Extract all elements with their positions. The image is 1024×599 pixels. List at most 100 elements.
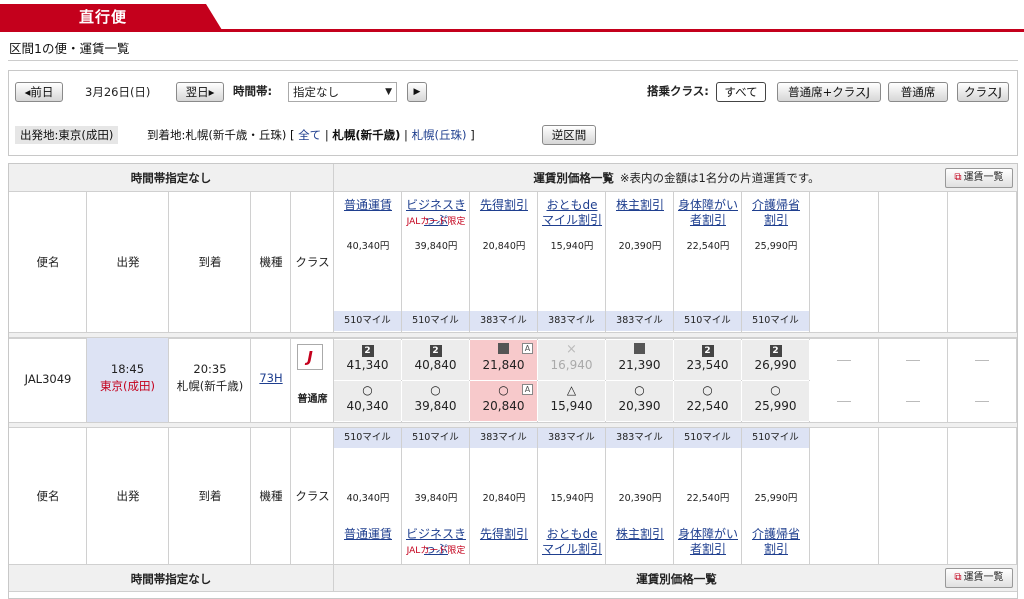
fare-cell[interactable]: 2 26,990 <box>742 340 810 380</box>
class-label: 搭乗クラス: <box>647 84 709 98</box>
time-label: 時間帯: <box>233 84 273 98</box>
fare-value: 40,840 <box>414 358 457 372</box>
fare-miles: 383マイル <box>470 428 537 448</box>
fare-price: 20,390円 <box>618 241 662 252</box>
fare-type-link[interactable]: 身体障がい 者割引 <box>674 524 742 560</box>
fare-type-link[interactable]: 先得割引 <box>470 524 538 560</box>
fare-name-line1[interactable]: 身体障がい <box>674 198 742 213</box>
class-economy-j-button[interactable]: 普通席+クラスJ <box>777 82 881 102</box>
fare-table: 時間帯指定なし 運賃別価格一覧 ※表内の金額は1名分の片道運賃です。 ⧉ 運賃一覧 便名出… <box>8 163 1018 599</box>
fare-name-line2[interactable]: 者割引 <box>674 542 742 557</box>
fare-list-button[interactable]: ⧉ 運賃一覧 <box>945 568 1013 588</box>
a-mark-icon: A <box>522 343 533 354</box>
date-label: 3月26日(日) <box>85 85 151 99</box>
fare-name-line1[interactable]: おともde <box>538 527 606 542</box>
fare-cell[interactable]: ○ 40,340 <box>334 381 402 421</box>
fare-cell[interactable]: △ 15,940 <box>538 381 606 421</box>
fare-type-link[interactable]: おともde マイル割引 <box>538 195 606 231</box>
fare-cell[interactable]: ○ 20,390 <box>606 381 674 421</box>
fare-cell[interactable]: ○ A 20,840 <box>470 381 538 421</box>
column-header-arr: 到着 <box>198 255 222 269</box>
fare-cell[interactable]: 2 40,840 <box>402 340 470 380</box>
dest-all-link[interactable]: 全て <box>298 128 321 142</box>
class-j-button[interactable]: クラスJ <box>957 82 1009 102</box>
fare-miles: 510マイル <box>402 428 469 448</box>
fare-price: 15,940円 <box>550 493 594 504</box>
fare-name-line1[interactable]: 先得割引 <box>470 527 538 542</box>
availability-symbol: ○ <box>498 383 509 397</box>
fare-name-line1[interactable]: 介護帰省 <box>742 527 810 542</box>
column-header-aircraft: 機種 <box>259 489 283 503</box>
fare-name-line1[interactable]: 介護帰省 <box>742 198 810 213</box>
arrival-place: 札幌(新千歳) <box>176 379 244 393</box>
empty-dash <box>975 401 989 402</box>
fare-type-link[interactable]: 介護帰省 割引 <box>742 195 810 231</box>
availability-icon: ○ <box>334 384 401 397</box>
destination-label: 到着地:札幌(新千歳・丘珠) <box>147 128 287 142</box>
search-panel: ◂前日 3月26日(日) 翌日▸ 時間帯: 指定なし ▼ ▶ 搭乗クラス: すべて… <box>8 70 1018 156</box>
column-divider <box>878 192 879 332</box>
aircraft-link[interactable]: 73H <box>251 371 291 385</box>
time-select-value: 指定なし <box>293 85 339 99</box>
class-economy-button[interactable]: 普通席 <box>888 82 948 102</box>
reverse-route-button[interactable]: 逆区間 <box>542 125 596 145</box>
availability-icon: △ <box>538 384 605 397</box>
fare-cell[interactable]: ○ 25,990 <box>742 381 810 421</box>
class-all-button[interactable]: すべて <box>716 82 766 102</box>
dest-separator: | <box>324 128 329 142</box>
availability-icon <box>606 343 673 357</box>
fare-type-link[interactable]: 株主割引 <box>606 195 674 231</box>
fare-list-label: 運賃一覧 <box>963 172 1004 183</box>
fare-cell[interactable]: ○ 22,540 <box>674 381 742 421</box>
availability-symbol: △ <box>566 383 577 397</box>
fare-value: 20,390 <box>618 399 661 413</box>
dest-shinchitose: 札幌(新千歳) <box>332 128 401 142</box>
fare-type-link[interactable]: 普通運賃 <box>334 195 402 231</box>
fare-price: 39,840円 <box>414 493 458 504</box>
fare-name-line1[interactable]: 身体障がい <box>674 527 742 542</box>
fare-name-line1[interactable]: 普通運賃 <box>334 198 402 213</box>
fare-header-note: ※表内の金額は1名分の片道運賃です。 <box>619 171 820 185</box>
departure-place: 東京(成田) <box>100 379 155 393</box>
fare-name-line2[interactable]: マイル割引 <box>538 542 606 557</box>
fare-name-line1[interactable]: 先得割引 <box>470 198 538 213</box>
fare-name-line1[interactable]: おともde <box>538 198 606 213</box>
fare-name-line1[interactable]: 普通運賃 <box>334 527 402 542</box>
fare-name-line1[interactable]: 株主割引 <box>606 198 674 213</box>
fare-cell[interactable]: 2 41,340 <box>334 340 402 380</box>
availability-symbol: ○ <box>430 383 441 397</box>
fare-name-line2[interactable]: 割引 <box>742 542 810 557</box>
fare-type-link[interactable]: 普通運賃 <box>334 524 402 560</box>
header-bar: 直行便 <box>0 0 1024 32</box>
fare-type-link[interactable]: 先得割引 <box>470 195 538 231</box>
fare-type-link[interactable]: おともde マイル割引 <box>538 524 606 560</box>
availability-icon: 2 <box>402 343 469 357</box>
fare-type-link[interactable]: 株主割引 <box>606 524 674 560</box>
fare-type-link[interactable]: 身体障がい 者割引 <box>674 195 742 231</box>
go-button[interactable]: ▶ <box>407 82 427 102</box>
fare-type-link[interactable]: ビジネスきっぷ JALカード限定 <box>402 524 470 560</box>
availability-icon: ○ <box>674 384 741 397</box>
seats-2-icon: 2 <box>701 345 714 357</box>
next-day-button[interactable]: 翌日▸ <box>176 82 224 102</box>
fare-cell[interactable]: A 21,840 <box>470 340 538 380</box>
fare-cell[interactable]: ○ 39,840 <box>402 381 470 421</box>
fare-name-line2[interactable]: 者割引 <box>674 213 742 228</box>
fare-name-line2[interactable]: 割引 <box>742 213 810 228</box>
fare-cell[interactable]: 2 23,540 <box>674 340 742 380</box>
prev-day-button[interactable]: ◂前日 <box>15 82 63 102</box>
fare-price: 20,390円 <box>618 493 662 504</box>
fare-type-link[interactable]: ビジネスきっぷ JALカード限定 <box>402 195 470 231</box>
column-header-arr: 到着 <box>198 489 222 503</box>
fare-name-line2[interactable]: マイル割引 <box>538 213 606 228</box>
fare-name-line1[interactable]: 株主割引 <box>606 527 674 542</box>
dest-okadama-link[interactable]: 札幌(丘珠) <box>412 128 467 142</box>
tab-direct-flight[interactable]: 直行便 <box>0 4 206 30</box>
time-select[interactable]: 指定なし ▼ <box>288 82 397 102</box>
fare-cell[interactable]: 21,390 <box>606 340 674 380</box>
column-header-aircraft: 機種 <box>259 255 283 269</box>
availability-symbol: ○ <box>702 383 713 397</box>
fare-type-link[interactable]: 介護帰省 割引 <box>742 524 810 560</box>
fare-list-label: 運賃一覧 <box>963 572 1004 583</box>
fare-list-button[interactable]: ⧉ 運賃一覧 <box>945 168 1013 188</box>
